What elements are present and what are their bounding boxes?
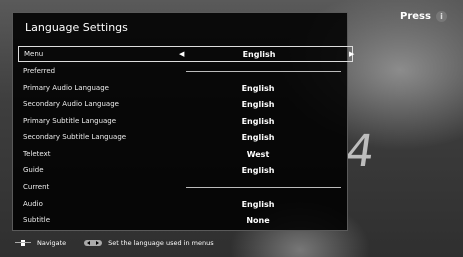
row-value: English: [241, 83, 275, 93]
language-settings-panel: Language Settings Menu ◀ English ▶ Prefe…: [12, 12, 354, 231]
list-item[interactable]: Guide English: [18, 162, 353, 178]
row-label: Primary Audio Language: [23, 84, 109, 92]
row-label: Teletext: [23, 150, 51, 158]
list-item[interactable]: Teletext West: [18, 146, 353, 162]
row-value: English: [241, 99, 275, 109]
row-label: Secondary Audio Language: [23, 100, 119, 108]
row-value: English: [241, 199, 275, 209]
preferred-divider: [186, 71, 341, 72]
list-item[interactable]: Primary Audio Language English: [18, 80, 353, 96]
navigate-hint: Navigate: [37, 239, 67, 247]
up-down-nav-icon: [15, 240, 31, 246]
footer-hints: Navigate Set the language used in menus: [12, 236, 348, 250]
row-label: Audio: [23, 200, 43, 208]
section-label: Preferred: [23, 67, 56, 75]
row-value: English: [241, 165, 275, 175]
row-label: Guide: [23, 166, 44, 174]
press-label: Press: [400, 10, 431, 22]
menu-label: Menu: [24, 50, 44, 58]
list-item[interactable]: Audio English: [18, 196, 353, 212]
current-divider: [186, 187, 341, 188]
language-hint: Set the language used in menus: [108, 239, 214, 247]
row-label: Secondary Subtitle Language: [23, 133, 127, 141]
row-value: None: [246, 215, 270, 225]
list-item[interactable]: Secondary Audio Language English: [18, 96, 353, 112]
row-value: West: [246, 149, 270, 159]
right-arrow-icon[interactable]: ▶: [349, 50, 354, 58]
row-value: English: [241, 132, 275, 142]
list-item[interactable]: Primary Subtitle Language English: [18, 113, 353, 129]
row-label: Primary Subtitle Language: [23, 117, 117, 125]
row-label: Subtitle: [23, 216, 51, 224]
list-item[interactable]: Secondary Subtitle Language English: [18, 129, 353, 145]
row-value: English: [241, 116, 275, 126]
info-icon: i: [435, 10, 447, 22]
press-info-badge[interactable]: Press i: [396, 8, 451, 24]
menu-value: English: [242, 49, 276, 59]
panel-title: Language Settings: [25, 21, 128, 34]
left-right-icon: [84, 240, 103, 246]
menu-language-row[interactable]: Menu ◀ English ▶: [18, 46, 354, 62]
section-label: Current: [23, 183, 50, 191]
list-item[interactable]: Subtitle None: [18, 212, 353, 228]
